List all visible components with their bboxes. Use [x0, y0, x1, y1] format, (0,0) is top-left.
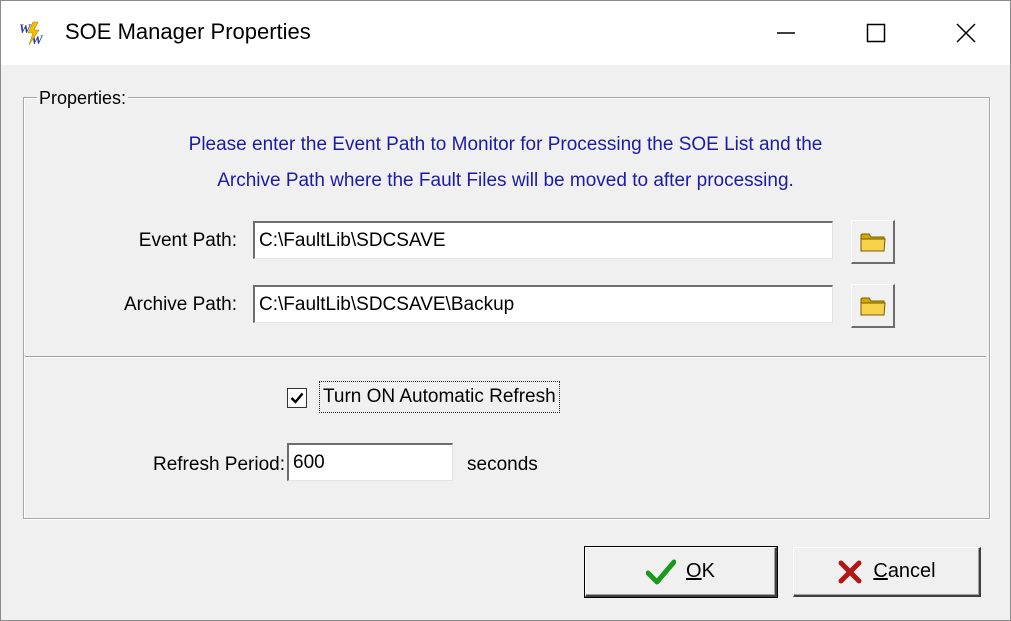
- refresh-period-unit: seconds: [467, 454, 538, 475]
- auto-refresh-checkbox[interactable]: [287, 388, 307, 408]
- app-logo-icon: W W: [19, 20, 49, 47]
- maximize-icon: [866, 23, 886, 43]
- minimize-icon: [777, 32, 795, 34]
- checkmark-icon: [646, 559, 677, 584]
- ok-label-rest: K: [701, 560, 715, 582]
- refresh-period-label: Refresh Period:: [152, 454, 285, 475]
- close-button[interactable]: [921, 1, 1010, 65]
- properties-group-label: Properties:: [37, 88, 129, 109]
- checkmark-icon: [290, 392, 304, 404]
- instructions-line-2: Archive Path where the Fault Files will …: [217, 170, 794, 191]
- archive-path-browse-button[interactable]: [851, 284, 895, 328]
- event-path-browse-button[interactable]: [851, 220, 895, 264]
- cancel-label: Cancel: [873, 560, 935, 583]
- refresh-period-input[interactable]: [287, 443, 453, 481]
- cancel-accel-key: C: [873, 560, 888, 582]
- ok-button[interactable]: OK: [584, 546, 778, 598]
- instructions-line-1: Please enter the Event Path to Monitor f…: [188, 134, 823, 155]
- auto-refresh-label[interactable]: Turn ON Automatic Refresh: [319, 381, 560, 413]
- cancel-label-rest: ancel: [887, 560, 936, 582]
- instructions-text: Please enter the Event Path to Monitor f…: [23, 127, 988, 199]
- event-path-label: Event Path:: [138, 230, 237, 251]
- minimize-button[interactable]: [741, 1, 831, 65]
- folder-icon: [860, 233, 886, 251]
- maximize-button[interactable]: [831, 1, 921, 65]
- archive-path-input[interactable]: [253, 285, 833, 323]
- archive-path-label: Archive Path:: [124, 294, 237, 315]
- cancel-x-icon: [838, 560, 862, 583]
- window-title: SOE Manager Properties: [65, 19, 311, 44]
- dialog-window: W W SOE Manager Properties Properties: P…: [0, 0, 1011, 621]
- section-divider: [25, 356, 986, 358]
- event-path-input[interactable]: [253, 221, 833, 259]
- folder-icon: [860, 297, 886, 315]
- close-icon: [956, 23, 976, 43]
- title-bar[interactable]: W W SOE Manager Properties: [1, 1, 1010, 65]
- ok-accel-key: O: [686, 560, 702, 582]
- ok-label: OK: [686, 560, 715, 583]
- cancel-button[interactable]: Cancel: [793, 547, 981, 597]
